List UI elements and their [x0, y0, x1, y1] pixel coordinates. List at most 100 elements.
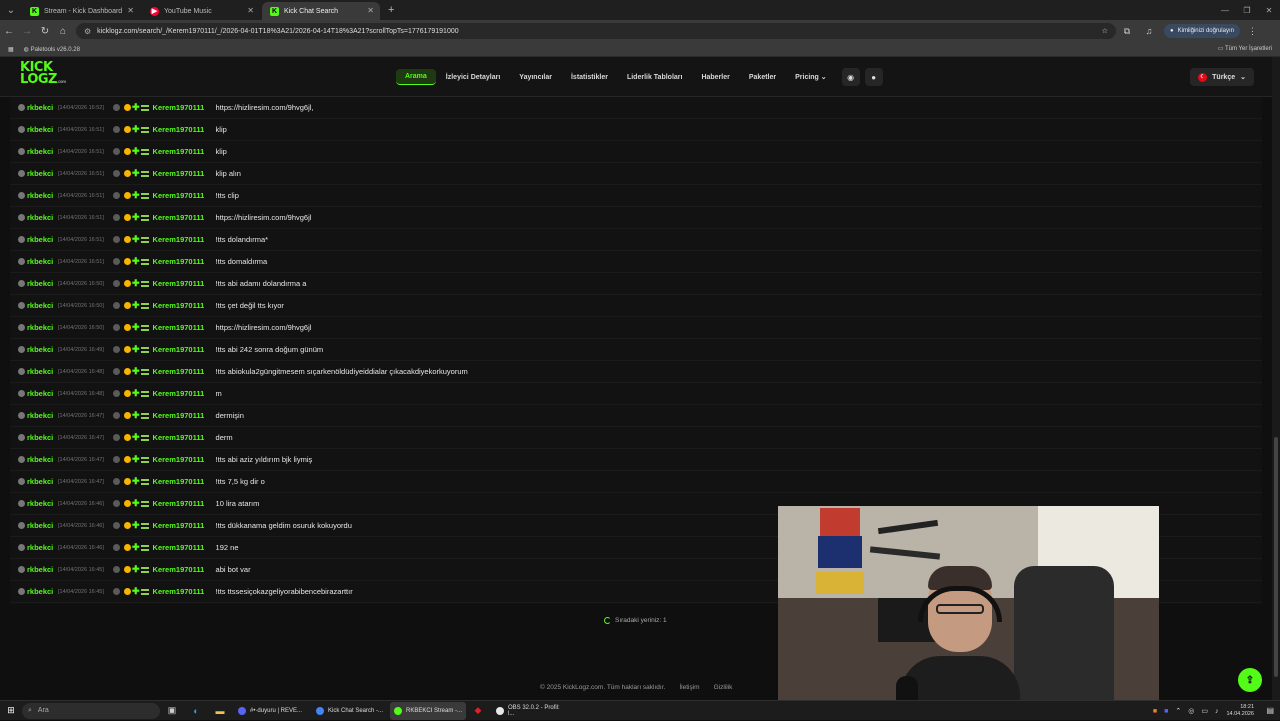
channel-badge[interactable]: rkbekci	[18, 301, 58, 310]
username-link[interactable]: Kerem1970111	[153, 147, 216, 156]
close-tab-icon[interactable]: ✕	[247, 6, 254, 15]
channel-badge[interactable]: rkbekci	[18, 455, 58, 464]
file-explorer-icon[interactable]: ▬	[208, 701, 232, 721]
username-link[interactable]: Kerem1970111	[153, 169, 216, 178]
task-view-icon[interactable]: ▣	[160, 701, 184, 721]
tab-kick-chat-search[interactable]: K Kick Chat Search ✕	[262, 2, 380, 20]
tray-app-icon[interactable]: ■	[1153, 708, 1157, 715]
channel-badge[interactable]: rkbekci	[18, 433, 58, 442]
show-hidden-icons-icon[interactable]: ⌃	[1175, 707, 1181, 715]
channel-badge[interactable]: rkbekci	[18, 411, 58, 420]
username-link[interactable]: Kerem1970111	[153, 587, 216, 596]
channel-badge[interactable]: rkbekci	[18, 543, 58, 552]
channel-badge[interactable]: rkbekci	[18, 323, 58, 332]
new-tab-button[interactable]: +	[382, 0, 400, 20]
windows-start-icon[interactable]: ⊞	[0, 701, 22, 721]
maximize-icon[interactable]: ❐	[1236, 0, 1258, 20]
kicklogz-logo[interactable]: KICK LOGZ.com	[20, 61, 66, 88]
footer-contact-link[interactable]: İletişim	[679, 684, 699, 691]
username-link[interactable]: Kerem1970111	[153, 279, 216, 288]
notifications-icon[interactable]: ▤	[1266, 706, 1274, 715]
taskbar-search[interactable]: ⌕ Ara	[22, 702, 160, 719]
nav-news[interactable]: Haberler	[692, 70, 738, 85]
back-icon[interactable]: ←	[0, 20, 18, 42]
language-selector[interactable]: ☾ Türkçe ⌄	[1190, 68, 1254, 86]
scrollbar-thumb[interactable]	[1274, 437, 1278, 677]
bookmark-star-icon[interactable]: ☆	[1102, 27, 1108, 35]
site-info-icon[interactable]: ⚙	[84, 27, 91, 36]
username-link[interactable]: Kerem1970111	[153, 103, 216, 112]
edge-icon[interactable]: ◐	[184, 701, 208, 721]
channel-badge[interactable]: rkbekci	[18, 191, 58, 200]
share-fab-button[interactable]: ⇪	[1238, 668, 1262, 692]
reload-icon[interactable]: ↻	[36, 20, 54, 42]
username-link[interactable]: Kerem1970111	[153, 455, 216, 464]
nav-streamers[interactable]: Yayıncılar	[510, 70, 561, 85]
channel-badge[interactable]: rkbekci	[18, 389, 58, 398]
home-icon[interactable]: ⌂	[54, 20, 72, 42]
username-link[interactable]: Kerem1970111	[153, 433, 216, 442]
nav-leaderboards[interactable]: Liderlik Tabloları	[618, 70, 692, 85]
username-link[interactable]: Kerem1970111	[153, 235, 216, 244]
volume-icon[interactable]: ♪	[1215, 708, 1219, 715]
username-link[interactable]: Kerem1970111	[153, 565, 216, 574]
nav-pricing[interactable]: Pricing ⌄	[786, 69, 836, 85]
username-link[interactable]: Kerem1970111	[153, 301, 216, 310]
username-link[interactable]: Kerem1970111	[153, 345, 216, 354]
profile-verify-button[interactable]: ● Kimliğinizi doğrulayın	[1164, 24, 1240, 38]
browser-menu-icon[interactable]: ⋮	[1248, 26, 1257, 37]
nav-viewer-details[interactable]: İzleyici Detayları	[437, 70, 509, 85]
channel-badge[interactable]: rkbekci	[18, 235, 58, 244]
username-link[interactable]: Kerem1970111	[153, 125, 216, 134]
taskbar-app-chrome-stream[interactable]: RKBEKCI Stream -...	[390, 701, 466, 720]
username-link[interactable]: Kerem1970111	[153, 323, 216, 332]
tab-search-icon[interactable]: ⌄	[0, 0, 22, 20]
channel-badge[interactable]: rkbekci	[18, 521, 58, 530]
bookmark-paletools[interactable]: ◍ Paletools v26.0.28	[24, 46, 80, 53]
channel-badge[interactable]: rkbekci	[18, 279, 58, 288]
media-control-icon[interactable]: ♫	[1138, 26, 1160, 36]
close-tab-icon[interactable]: ✕	[367, 6, 374, 15]
username-link[interactable]: Kerem1970111	[153, 521, 216, 530]
username-link[interactable]: Kerem1970111	[153, 257, 216, 266]
channel-badge[interactable]: rkbekci	[18, 345, 58, 354]
tab-youtube-music[interactable]: ▶ YouTube Music ✕	[142, 2, 260, 20]
page-scrollbar[interactable]	[1272, 57, 1280, 700]
discord-icon[interactable]: ◉	[841, 68, 860, 86]
channel-badge[interactable]: rkbekci	[18, 103, 58, 112]
username-link[interactable]: Kerem1970111	[153, 477, 216, 486]
channel-badge[interactable]: rkbekci	[18, 213, 58, 222]
extensions-icon[interactable]: ⧉	[1116, 26, 1138, 37]
channel-badge[interactable]: rkbekci	[18, 147, 58, 156]
apps-grid-icon[interactable]: ▦	[8, 46, 14, 53]
url-field[interactable]: ⚙ kicklogz.com/search/_/Kerem1970111/_/2…	[76, 23, 1116, 39]
username-link[interactable]: Kerem1970111	[153, 543, 216, 552]
channel-badge[interactable]: rkbekci	[18, 169, 58, 178]
username-link[interactable]: Kerem1970111	[153, 411, 216, 420]
channel-badge[interactable]: rkbekci	[18, 257, 58, 266]
close-tab-icon[interactable]: ✕	[127, 6, 134, 15]
network-icon[interactable]: ▭	[1201, 707, 1208, 715]
username-link[interactable]: Kerem1970111	[153, 191, 216, 200]
username-link[interactable]: Kerem1970111	[153, 213, 216, 222]
username-link[interactable]: Kerem1970111	[153, 389, 216, 398]
minimize-icon[interactable]: —	[1214, 0, 1236, 20]
tray-app-icon[interactable]: ◎	[1188, 707, 1194, 715]
close-window-icon[interactable]: ✕	[1258, 0, 1280, 20]
taskbar-app-chrome-search[interactable]: Kick Chat Search -...	[312, 702, 388, 720]
tab-kick-dashboard[interactable]: K Stream - Kick Dashboard ✕	[22, 2, 140, 20]
taskbar-app-discord[interactable]: #•·duyuru | REVE...	[234, 702, 310, 720]
all-bookmarks-button[interactable]: ▭ Tüm Yer İşaretleri	[1218, 45, 1272, 52]
channel-badge[interactable]: rkbekci	[18, 587, 58, 596]
channel-badge[interactable]: rkbekci	[18, 477, 58, 486]
forward-icon[interactable]: →	[18, 20, 36, 42]
taskbar-app-obs[interactable]: OBS 32.0.2 - Profil: l...	[492, 702, 568, 720]
channel-badge[interactable]: rkbekci	[18, 367, 58, 376]
red-app-icon[interactable]: ◆	[466, 701, 490, 721]
nav-statistics[interactable]: İstatistikler	[562, 70, 617, 85]
username-link[interactable]: Kerem1970111	[153, 367, 216, 376]
nav-packages[interactable]: Paketler	[740, 70, 785, 85]
channel-badge[interactable]: rkbekci	[18, 565, 58, 574]
username-link[interactable]: Kerem1970111	[153, 499, 216, 508]
channel-badge[interactable]: rkbekci	[18, 499, 58, 508]
